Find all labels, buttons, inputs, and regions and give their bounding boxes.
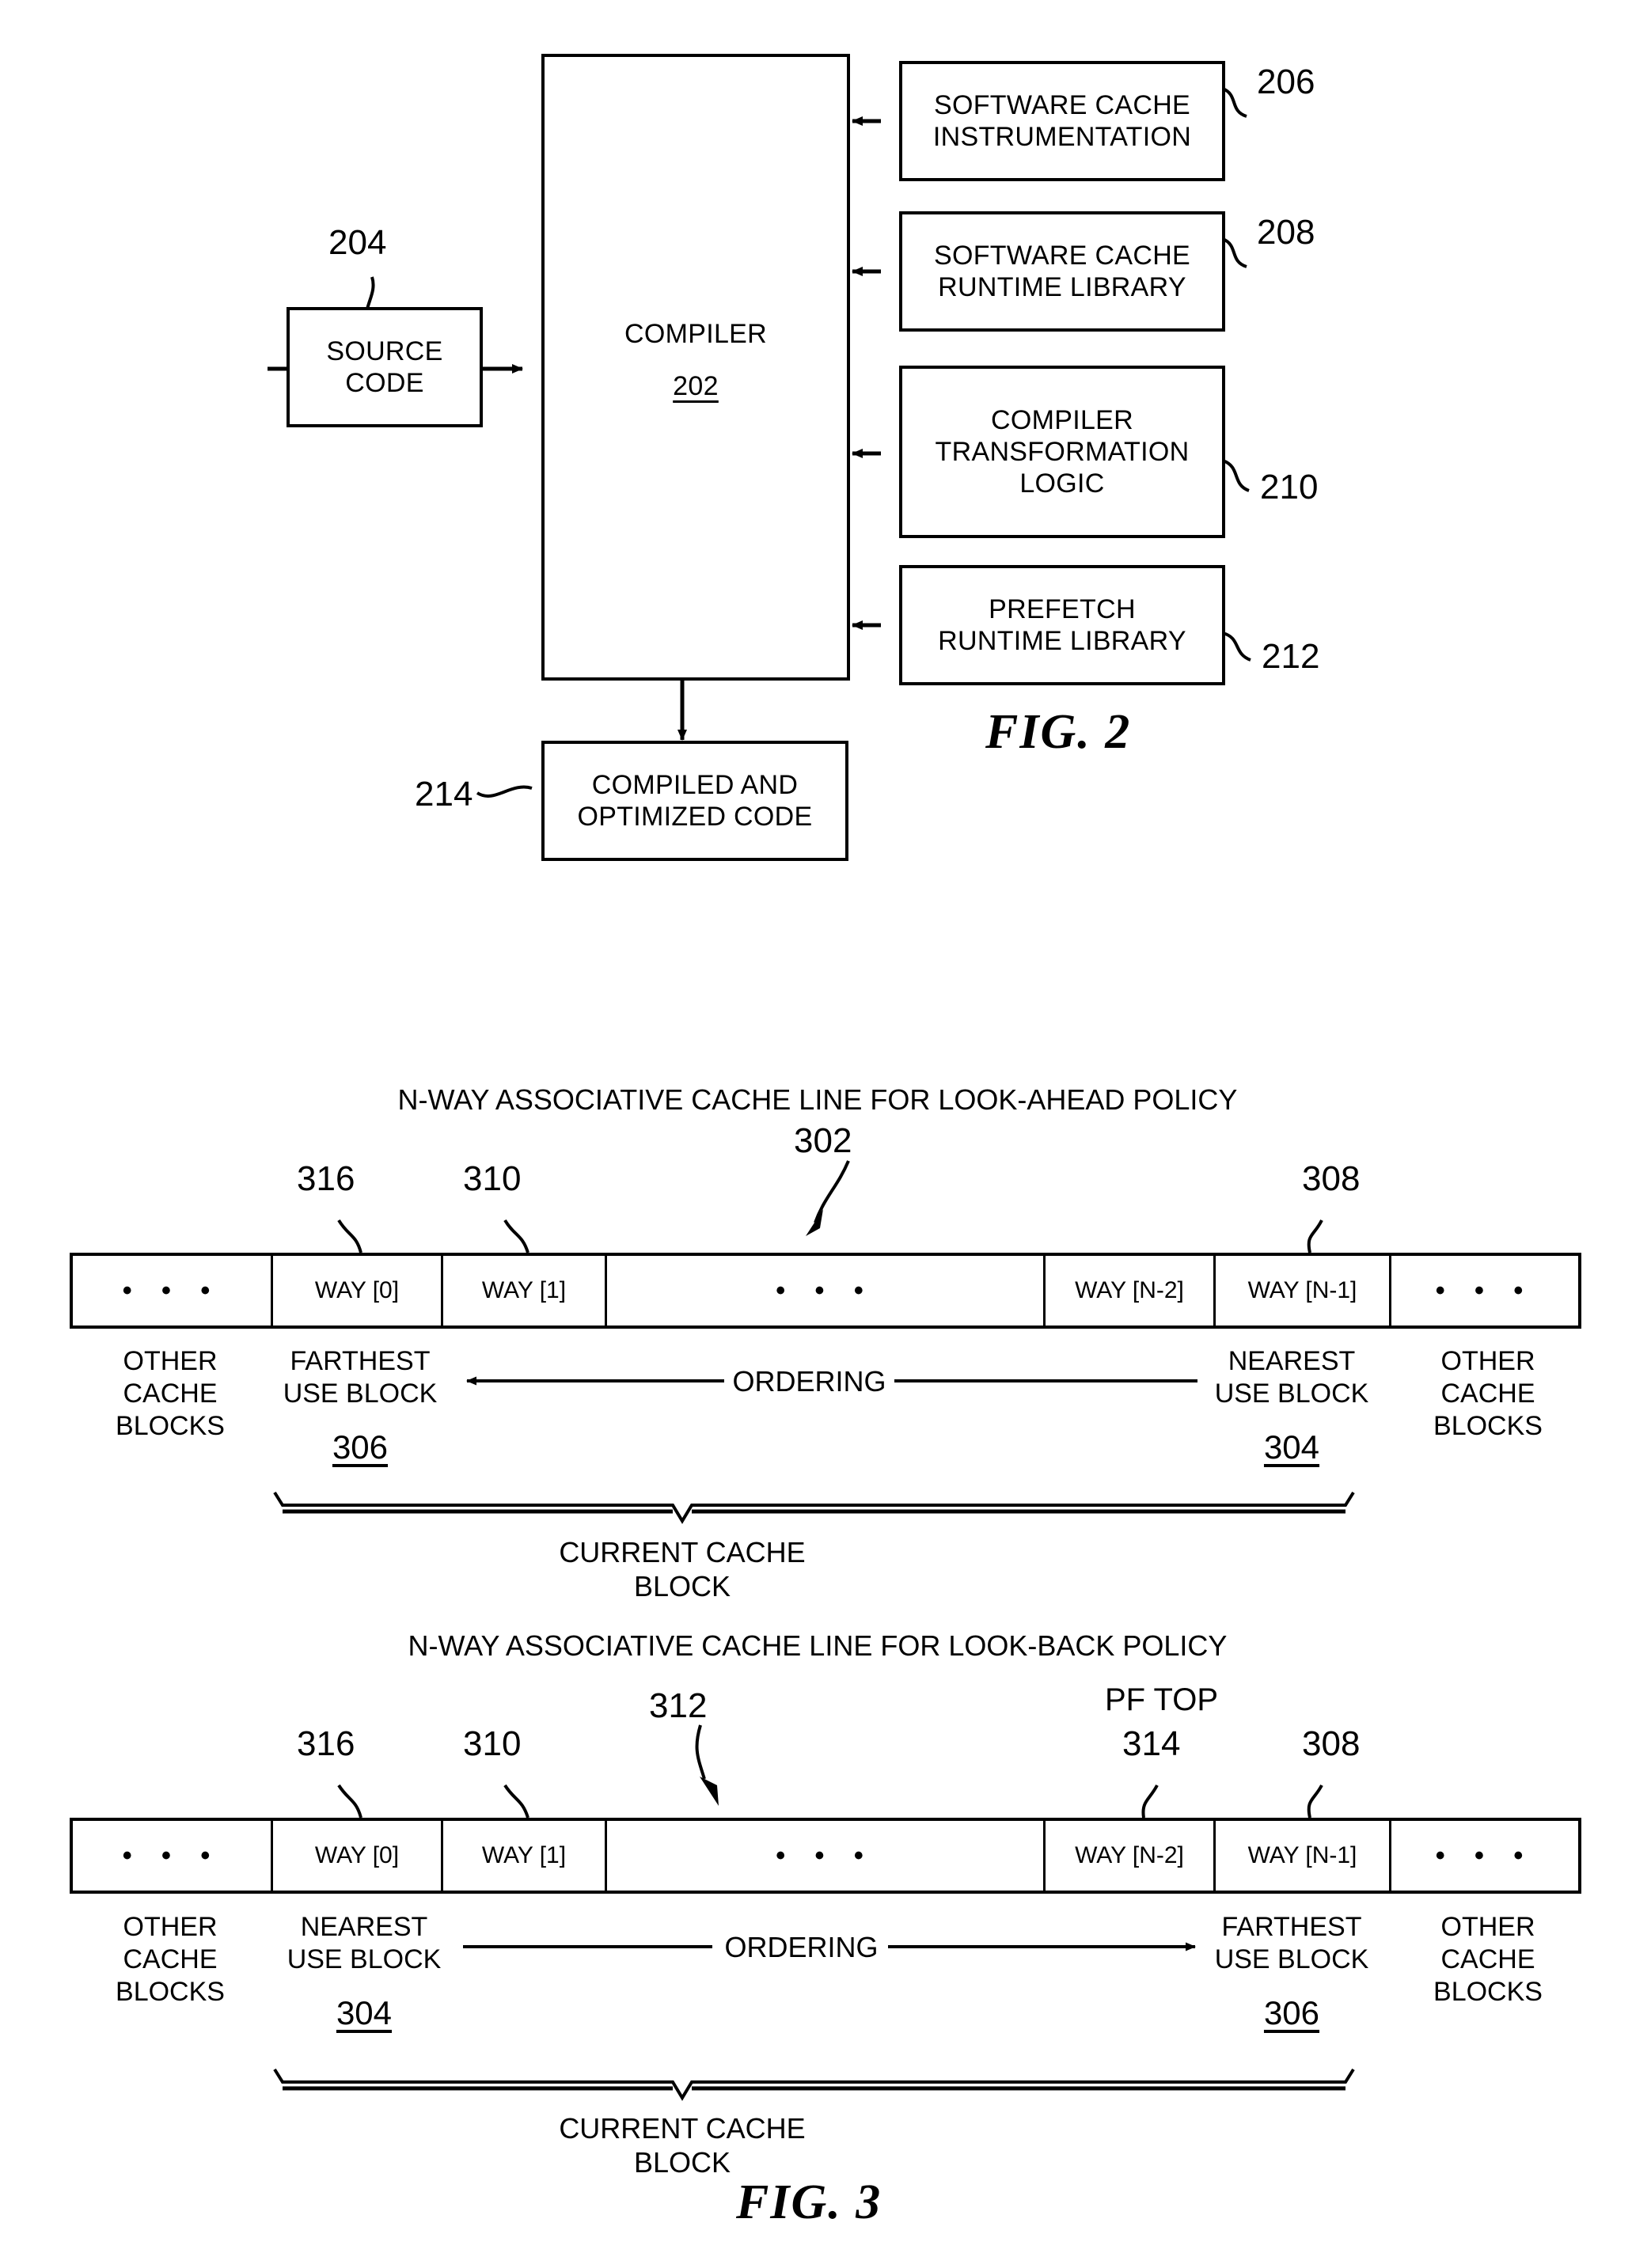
cache-cell-way-n-1-label: WAY [N-1] xyxy=(1247,1277,1357,1303)
cache-cell-ellipsis-left-label: • • • xyxy=(122,1275,222,1306)
look-back-left-other-cache-blocks: OTHER CACHE BLOCKS xyxy=(116,1912,225,2007)
ref-316-look-back: 316 xyxy=(297,1724,355,1763)
figure-3-label: FIG. 3 xyxy=(736,2175,882,2229)
cache-cell-way-n-1: WAY [N-1] xyxy=(1216,1821,1391,1891)
ref-314: 314 xyxy=(1122,1724,1181,1763)
ref-316-look-ahead: 316 xyxy=(297,1159,355,1198)
cache-cell-way-1-label: WAY [1] xyxy=(481,1277,567,1303)
cache-cell-way-0-label: WAY [0] xyxy=(314,1277,400,1303)
cache-cell-ellipsis-middle-label: • • • xyxy=(776,1840,875,1871)
ref-212: 212 xyxy=(1262,637,1320,676)
look-ahead-title: N-WAY ASSOCIATIVE CACHE LINE FOR LOOK-AH… xyxy=(397,1083,1238,1116)
look-ahead-nearest-use-block: NEAREST USE BLOCK xyxy=(1214,1346,1369,1409)
look-ahead-left-other-cache-blocks: OTHER CACHE BLOCKS xyxy=(116,1346,225,1441)
box-compiled-and-optimized-code: COMPILED AND OPTIMIZED CODE xyxy=(541,741,848,861)
look-ahead-farthest-use-block-number: 306 xyxy=(332,1428,389,1466)
cache-cell-ellipsis-middle: • • • xyxy=(607,1821,1046,1891)
look-back-current-cache-block-label: CURRENT CACHE BLOCK xyxy=(559,2112,806,2179)
ref-302: 302 xyxy=(794,1121,852,1160)
cache-cell-way-n-2-label: WAY [N-2] xyxy=(1075,1842,1184,1868)
look-ahead-nearest-use-block-number: 304 xyxy=(1263,1428,1320,1466)
cache-cell-way-n-2: WAY [N-2] xyxy=(1046,1821,1216,1891)
cache-cell-way-1: WAY [1] xyxy=(443,1256,607,1326)
ref-214: 214 xyxy=(415,775,473,814)
cache-cell-ellipsis-middle: • • • xyxy=(607,1256,1046,1326)
box-source-code-label: SOURCE CODE xyxy=(326,336,443,398)
look-back-ordering-label: ORDERING xyxy=(716,1930,886,1965)
look-back-farthest-use-block-number: 306 xyxy=(1263,1994,1320,2031)
box-source-code: SOURCE CODE xyxy=(287,307,483,427)
cache-line-look-ahead: • • • WAY [0] WAY [1] • • • WAY [N-2] WA… xyxy=(70,1253,1581,1329)
box-compiled-and-optimized-code-label: COMPILED AND OPTIMIZED CODE xyxy=(577,769,813,832)
look-ahead-current-cache-block-label: CURRENT CACHE BLOCK xyxy=(559,1536,806,1603)
cache-cell-ellipsis-left: • • • xyxy=(73,1256,273,1326)
box-prefetch-runtime-library-label: PREFETCH RUNTIME LIBRARY xyxy=(938,594,1186,656)
cache-cell-ellipsis-right-label: • • • xyxy=(1435,1840,1535,1871)
cache-cell-ellipsis-left: • • • xyxy=(73,1821,273,1891)
box-software-cache-instrumentation-label: SOFTWARE CACHE INSTRUMENTATION xyxy=(932,89,1192,152)
cache-cell-way-1: WAY [1] xyxy=(443,1821,607,1891)
look-ahead-right-other-cache-blocks: OTHER CACHE BLOCKS xyxy=(1433,1346,1543,1441)
cache-cell-way-n-2: WAY [N-2] xyxy=(1046,1256,1216,1326)
ref-312: 312 xyxy=(649,1686,708,1725)
look-back-nearest-use-block: NEAREST USE BLOCK xyxy=(287,1912,442,1974)
cache-cell-way-n-1: WAY [N-1] xyxy=(1216,1256,1391,1326)
box-prefetch-runtime-library: PREFETCH RUNTIME LIBRARY xyxy=(899,565,1225,685)
cache-cell-ellipsis-right: • • • xyxy=(1391,1821,1578,1891)
ref-210: 210 xyxy=(1260,468,1319,506)
ref-204: 204 xyxy=(328,223,387,262)
cache-cell-way-0: WAY [0] xyxy=(273,1256,443,1326)
figure-2-label: FIG. 2 xyxy=(985,705,1132,759)
ref-308-look-back: 308 xyxy=(1302,1724,1361,1763)
look-back-title: N-WAY ASSOCIATIVE CACHE LINE FOR LOOK-BA… xyxy=(408,1629,1228,1662)
cache-cell-way-n-1-label: WAY [N-1] xyxy=(1247,1842,1357,1868)
box-compiler-number: 202 xyxy=(673,371,719,402)
cache-cell-way-n-2-label: WAY [N-2] xyxy=(1075,1277,1184,1303)
cache-cell-ellipsis-left-label: • • • xyxy=(122,1840,222,1871)
box-software-cache-runtime-library-label: SOFTWARE CACHE RUNTIME LIBRARY xyxy=(933,240,1191,302)
ref-208: 208 xyxy=(1257,213,1315,252)
box-compiler-transformation-logic-label: COMPILER TRANSFORMATION LOGIC xyxy=(935,404,1190,499)
cache-cell-ellipsis-middle-label: • • • xyxy=(776,1275,875,1306)
ref-310-look-back: 310 xyxy=(463,1724,522,1763)
box-compiler-label: COMPILER xyxy=(624,319,767,349)
look-back-farthest-use-block: FARTHEST USE BLOCK xyxy=(1214,1912,1369,1974)
look-back-nearest-use-block-number: 304 xyxy=(336,1994,393,2031)
cache-cell-way-0-label: WAY [0] xyxy=(314,1842,400,1868)
pf-top-label: PF TOP xyxy=(1105,1682,1219,1717)
cache-cell-way-1-label: WAY [1] xyxy=(481,1842,567,1868)
box-software-cache-instrumentation: SOFTWARE CACHE INSTRUMENTATION xyxy=(899,61,1225,181)
look-ahead-ordering-label: ORDERING xyxy=(724,1364,894,1399)
box-software-cache-runtime-library: SOFTWARE CACHE RUNTIME LIBRARY xyxy=(899,211,1225,332)
look-back-right-other-cache-blocks: OTHER CACHE BLOCKS xyxy=(1433,1912,1543,2007)
ref-308-look-ahead: 308 xyxy=(1302,1159,1361,1198)
cache-cell-ellipsis-right: • • • xyxy=(1391,1256,1578,1326)
cache-cell-ellipsis-right-label: • • • xyxy=(1435,1275,1535,1306)
look-ahead-farthest-use-block: FARTHEST USE BLOCK xyxy=(283,1346,438,1409)
ref-206: 206 xyxy=(1257,63,1315,101)
box-compiler-transformation-logic: COMPILER TRANSFORMATION LOGIC xyxy=(899,366,1225,538)
box-compiler: COMPILER 202 xyxy=(541,54,850,681)
cache-line-look-back: • • • WAY [0] WAY [1] • • • WAY [N-2] WA… xyxy=(70,1818,1581,1894)
cache-cell-way-0: WAY [0] xyxy=(273,1821,443,1891)
ref-310-look-ahead: 310 xyxy=(463,1159,522,1198)
